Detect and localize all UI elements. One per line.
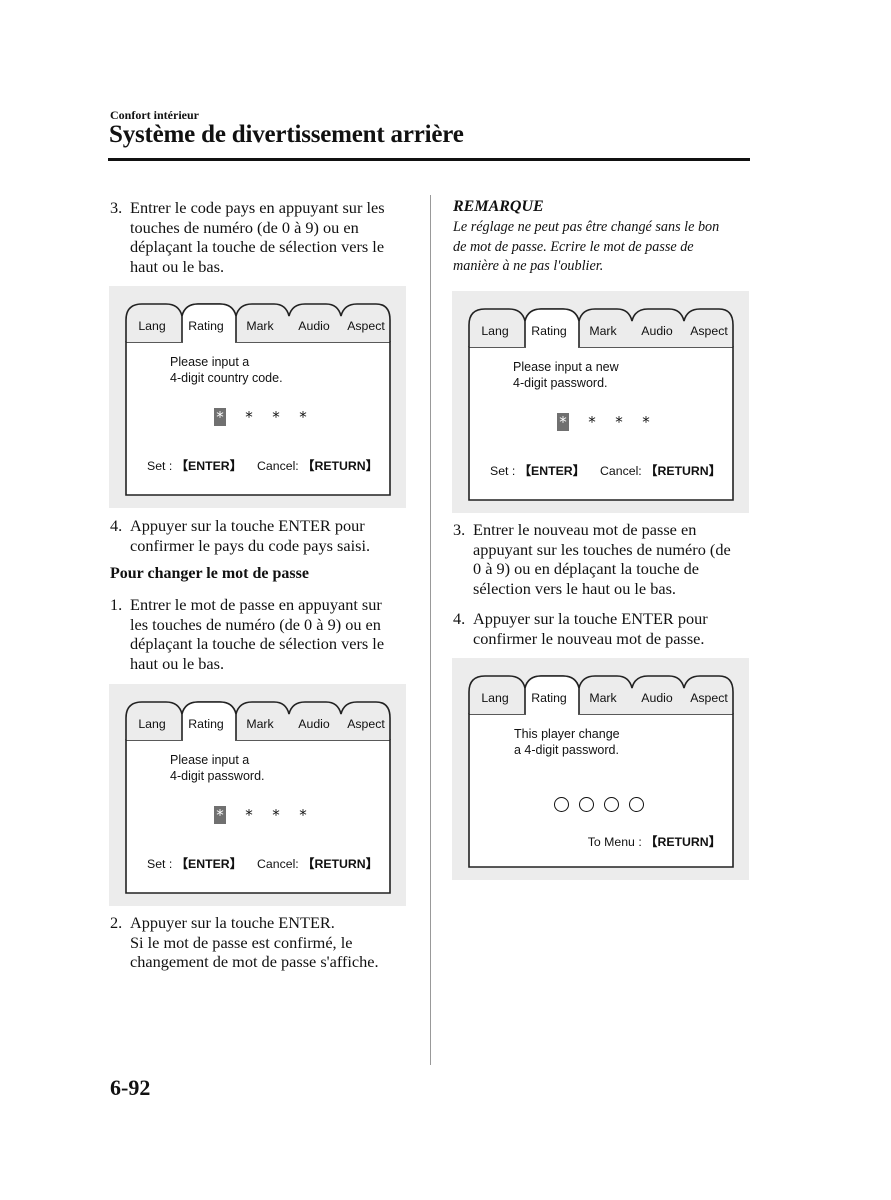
tab-mark: Mark (589, 324, 617, 338)
screen-password: Lang Rating Mark Audio Aspect Please inp… (109, 684, 406, 906)
cancel-label: Cancel: (600, 464, 646, 478)
set-label: Set : (147, 459, 176, 473)
step-text: Entrer le code pays en appuyant sur les … (130, 198, 385, 276)
cancel-hint: Cancel: 【RETURN】 (257, 854, 378, 872)
digit: * (299, 806, 307, 824)
return-key: 【RETURN】 (302, 857, 378, 871)
step-number: 4. (110, 516, 123, 535)
tab-mark: Mark (246, 319, 274, 333)
cancel-hint: Cancel: 【RETURN】 (257, 456, 378, 474)
tab-mark: Mark (246, 717, 274, 731)
step-number: 3. (453, 520, 466, 539)
digit-entry: * * * * (214, 408, 311, 426)
title-rule (108, 158, 750, 161)
tab-lang: Lang (138, 717, 166, 731)
tab-rating: Rating (531, 324, 567, 338)
tab-rating: Rating (188, 319, 224, 333)
tab-aspect: Aspect (690, 324, 728, 338)
tab-audio: Audio (641, 691, 673, 705)
step-number: 1. (110, 595, 123, 614)
screen-message: Please input a 4-digit country code. (170, 355, 283, 385)
step-number: 3. (110, 198, 123, 217)
step-2-confirm-password: 2. Appuyer sur la touche ENTER. Si le mo… (110, 913, 420, 972)
remark-title: REMARQUE (453, 198, 544, 215)
digit: * (588, 413, 596, 431)
tab-lang: Lang (481, 691, 509, 705)
screen-display: Lang Rating Mark Audio Aspect Please inp… (124, 700, 392, 895)
circle-icon (554, 797, 569, 812)
subheading-change-password: Pour changer le mot de passe (110, 565, 309, 582)
remark-body: Le réglage ne peut pas être changé sans … (453, 219, 720, 274)
screen-display: Lang Rating Mark Audio Aspect Please inp… (467, 307, 735, 502)
enter-key: 【ENTER】 (518, 464, 585, 478)
digit-cursor: * (214, 408, 226, 426)
tab-lang: Lang (138, 319, 166, 333)
step-text: Appuyer sur la touche ENTER. Si le mot d… (130, 913, 379, 971)
step-number: 4. (453, 609, 466, 628)
tab-mark: Mark (589, 691, 617, 705)
column-divider (430, 195, 431, 1065)
digit: * (245, 408, 253, 426)
set-hint: Set : 【ENTER】 (490, 461, 585, 479)
screen-country-code: Lang Rating Mark Audio Aspect Please inp… (109, 286, 406, 508)
digit: * (245, 806, 253, 824)
tab-aspect: Aspect (347, 717, 385, 731)
step-4-confirm-country: 4. Appuyer sur la touche ENTER pour conf… (110, 516, 420, 555)
step-text: Entrer le mot de passe en appuyant sur l… (130, 595, 385, 673)
tab-lang: Lang (481, 324, 509, 338)
return-key: 【RETURN】 (302, 459, 378, 473)
set-label: Set : (147, 857, 176, 871)
digit-cursor: * (557, 413, 569, 431)
step-text: Appuyer sur la touche ENTER pour confirm… (473, 609, 708, 648)
screen-message: Please input a 4-digit password. (170, 753, 265, 783)
return-key: 【RETURN】 (645, 464, 721, 478)
circle-icon (604, 797, 619, 812)
menu-hint: To Menu : 【RETURN】 (588, 832, 721, 850)
cancel-label: Cancel: (257, 459, 303, 473)
step-number: 2. (110, 913, 123, 932)
set-hint: Set : 【ENTER】 (147, 456, 242, 474)
digit: * (642, 413, 650, 431)
screen-new-password: Lang Rating Mark Audio Aspect Please inp… (452, 291, 749, 513)
digit-cursor: * (214, 806, 226, 824)
step-text: Entrer le nouveau mot de passe en appuya… (473, 520, 731, 598)
cancel-hint: Cancel: 【RETURN】 (600, 461, 721, 479)
circle-icon (629, 797, 644, 812)
tab-audio: Audio (298, 717, 330, 731)
step-3-country-code: 3. Entrer le code pays en appuyant sur l… (110, 198, 420, 276)
digit: * (272, 408, 280, 426)
step-4-confirm-new-password: 4. Appuyer sur la touche ENTER pour conf… (453, 609, 763, 648)
digit-entry: * * * * (557, 413, 654, 431)
circle-icon (579, 797, 594, 812)
password-placeholder-circles (554, 797, 644, 812)
cancel-label: Cancel: (257, 857, 303, 871)
menu-label: To Menu : (587, 835, 646, 849)
set-label: Set : (490, 464, 519, 478)
step-text: Appuyer sur la touche ENTER pour confirm… (130, 516, 371, 555)
page-number: 6-92 (110, 1075, 151, 1100)
tab-aspect: Aspect (347, 319, 385, 333)
set-hint: Set : 【ENTER】 (147, 854, 242, 872)
return-key: 【RETURN】 (645, 835, 721, 849)
digit: * (299, 408, 307, 426)
digit: * (615, 413, 623, 431)
step-1-enter-password: 1. Entrer le mot de passe en appuyant su… (110, 595, 420, 673)
screen-display: Lang Rating Mark Audio Aspect Please inp… (124, 302, 392, 497)
tab-rating: Rating (188, 717, 224, 731)
screen-message: Please input a new 4-digit password. (513, 360, 619, 390)
screen-display: Lang Rating Mark Audio Aspect This playe… (467, 674, 735, 869)
step-3-new-password: 3. Entrer le nouveau mot de passe en app… (453, 520, 763, 598)
tab-aspect: Aspect (690, 691, 728, 705)
enter-key: 【ENTER】 (175, 459, 242, 473)
digit: * (272, 806, 280, 824)
enter-key: 【ENTER】 (175, 857, 242, 871)
tab-audio: Audio (641, 324, 673, 338)
digit-entry: * * * * (214, 806, 311, 824)
tab-rating: Rating (531, 691, 567, 705)
screen-message: This player change a 4-digit password. (514, 727, 620, 757)
tab-audio: Audio (298, 319, 330, 333)
page-title: Système de divertissement arrière (109, 121, 464, 148)
screen-password-changed: Lang Rating Mark Audio Aspect This playe… (452, 658, 749, 880)
